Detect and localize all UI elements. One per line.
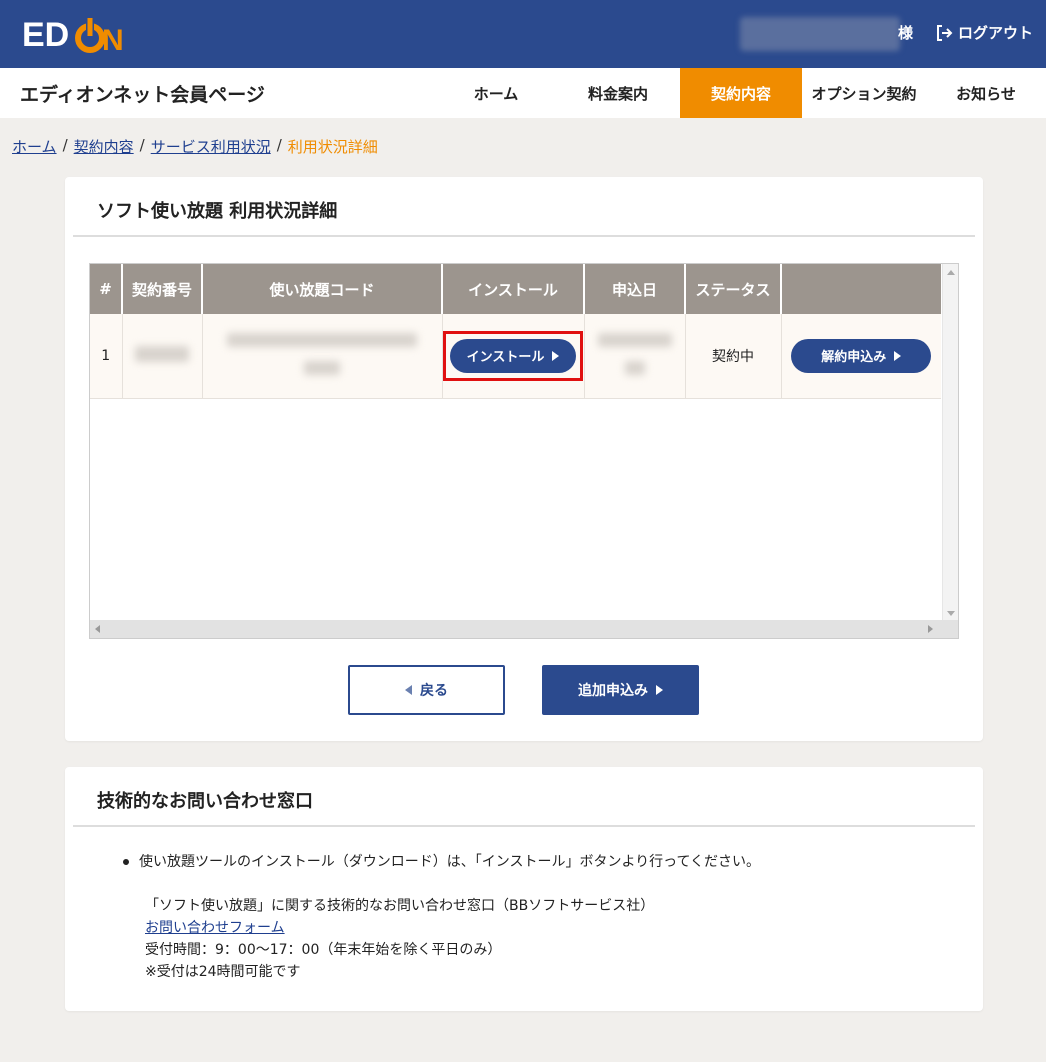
code-redacted <box>202 314 443 399</box>
usage-table: # 契約番号 使い放題コード インストール 申込日 ステータス 1 インストール… <box>90 264 941 399</box>
install-note: 使い放題ツールのインストール（ダウンロード）は、「インストール」ボタンより行って… <box>139 854 761 870</box>
column-header-status: ステータス <box>685 264 782 314</box>
support-line: 「ソフト使い放題」に関する技術的なお問い合わせ窓口（BBソフトサービス社） <box>145 898 655 914</box>
breadcrumb-current: 利用状況詳細 <box>287 138 378 156</box>
arrow-left-icon <box>405 685 412 695</box>
support-card: 技術的なお問い合わせ窓口 使い放題ツールのインストール（ダウンロード）は、「イン… <box>65 767 983 1011</box>
support-note: ※受付は24時間可能です <box>145 964 301 980</box>
column-header-contract-number: 契約番号 <box>122 264 203 314</box>
list-item: 使い放題ツールのインストール（ダウンロード）は、「インストール」ボタンより行って… <box>123 851 760 873</box>
row-index: 1 <box>90 314 123 399</box>
install-button[interactable]: インストール <box>450 338 576 373</box>
column-header-install: インストール <box>442 264 585 314</box>
logout-icon <box>937 24 953 41</box>
logout-label: ログアウト <box>958 24 1034 42</box>
table-row: 1 インストール 契約中 解約申込み <box>90 314 941 399</box>
nav-item-contract[interactable]: 契約内容 <box>680 68 802 118</box>
main-nav: エディオンネット会員ページ ホーム 料金案内 契約内容 オプション契約 お知らせ <box>0 68 1046 118</box>
support-hours: 受付時間：9：00〜17：00（年末年始を除く平日のみ） <box>145 942 502 958</box>
usage-table-scroll-area[interactable]: # 契約番号 使い放題コード インストール 申込日 ステータス 1 インストール… <box>89 263 959 639</box>
nav-item-home[interactable]: ホーム <box>446 68 546 118</box>
svg-text:N: N <box>102 24 124 56</box>
horizontal-scrollbar[interactable] <box>90 620 958 638</box>
column-header-index: # <box>90 264 123 314</box>
breadcrumb-separator: / <box>62 136 68 154</box>
support-title: 技術的なお問い合わせ窓口 <box>97 791 313 812</box>
cancel-button[interactable]: 解約申込み <box>791 338 932 373</box>
bullet-icon <box>123 859 129 865</box>
install-cell: インストール <box>442 314 585 399</box>
breadcrumb-contract[interactable]: 契約内容 <box>74 136 134 157</box>
svg-text:ED: ED <box>22 16 69 54</box>
breadcrumb-separator: / <box>139 136 145 154</box>
scroll-left-icon[interactable] <box>95 625 100 633</box>
action-cell: 解約申込み <box>781 314 941 399</box>
top-header: ED N 様 ログアウト <box>0 0 1046 68</box>
column-header-action <box>781 264 941 314</box>
logout-button[interactable]: ログアウト <box>934 22 1033 43</box>
contact-form-link[interactable]: お問い合わせフォーム <box>145 920 285 936</box>
divider <box>73 825 975 827</box>
divider <box>73 235 975 237</box>
arrow-right-icon <box>894 350 902 361</box>
scroll-right-icon[interactable] <box>928 625 933 633</box>
install-button-label: インストール <box>466 350 545 366</box>
breadcrumb-service-usage[interactable]: サービス利用状況 <box>151 136 271 157</box>
column-header-apply-date: 申込日 <box>584 264 686 314</box>
breadcrumb-separator: / <box>276 136 282 154</box>
breadcrumb: ホーム / 契約内容 / サービス利用状況 / 利用状況詳細 <box>12 136 378 157</box>
arrow-right-icon <box>656 685 663 695</box>
add-application-button[interactable]: 追加申込み <box>542 665 699 715</box>
support-text: 使い放題ツールのインストール（ダウンロード）は、「インストール」ボタンより行って… <box>123 851 760 983</box>
nav-item-news[interactable]: お知らせ <box>936 68 1036 118</box>
edion-logo[interactable]: ED N <box>22 14 134 56</box>
contract-number-redacted <box>122 314 203 399</box>
table-header-row: # 契約番号 使い放題コード インストール 申込日 ステータス <box>90 264 941 314</box>
page-title: ソフト使い放題 利用状況詳細 <box>97 201 338 222</box>
usage-detail-card: ソフト使い放題 利用状況詳細 # 契約番号 使い放題コード インストール 申込日… <box>65 177 983 741</box>
scroll-up-icon[interactable] <box>947 270 955 275</box>
site-title: エディオンネット会員ページ <box>20 84 265 106</box>
back-button-label: 戻る <box>420 683 448 699</box>
column-header-code: 使い放題コード <box>202 264 443 314</box>
cancel-button-label: 解約申込み <box>821 350 887 366</box>
vertical-scrollbar[interactable] <box>942 264 958 622</box>
apply-date-redacted <box>584 314 686 399</box>
nav-item-pricing[interactable]: 料金案内 <box>568 68 668 118</box>
add-button-label: 追加申込み <box>578 683 648 699</box>
nav-item-options[interactable]: オプション契約 <box>802 68 926 118</box>
arrow-right-icon <box>552 350 560 361</box>
user-name-redacted <box>740 17 900 51</box>
scroll-down-icon[interactable] <box>947 611 955 616</box>
back-button[interactable]: 戻る <box>348 665 505 715</box>
install-highlight: インストール <box>443 330 583 381</box>
status-cell: 契約中 <box>685 314 782 399</box>
breadcrumb-home[interactable]: ホーム <box>12 136 57 157</box>
user-suffix: 様 <box>898 24 914 42</box>
